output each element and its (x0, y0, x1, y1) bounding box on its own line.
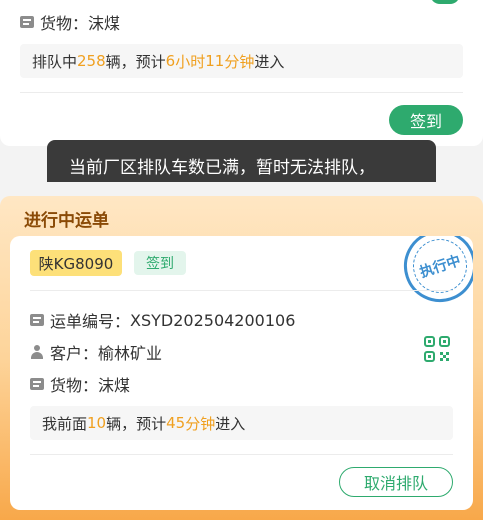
corner-badge (430, 0, 460, 4)
waybill-number-row: 运单编号： XSYD202504200106 (30, 308, 295, 332)
queue-minute-unit: 分钟 (185, 414, 216, 433)
queue-prefix: 我前面 (42, 414, 88, 433)
section-title: 进行中运单 (24, 211, 109, 231)
queue-status: 我前面 10 辆，预计 45 分钟 进入 (30, 406, 453, 440)
active-waybill-card[interactable]: 陕KG8090 签到 执行中 运单编号： XSYD202504200106 客户… (10, 236, 473, 510)
section-gap (0, 182, 483, 196)
divider (20, 92, 463, 93)
queue-hours: 6 (165, 52, 176, 70)
cargo-label: 货物： (50, 376, 99, 395)
toast-text: 当前厂区排队车数已满，暂时无法排队， (69, 157, 375, 178)
queue-hour-unit: 小时 (175, 52, 206, 71)
queue-mid: 辆，预计 (105, 52, 166, 71)
queue-status: 排队中 258 辆，预计 6 小时 11 分钟 进入 (20, 44, 463, 78)
cargo-value: 沫煤 (98, 376, 131, 395)
executing-stamp: 执行中 (394, 236, 473, 312)
queue-minutes: 45 (166, 414, 186, 432)
cargo-value: 沫煤 (88, 14, 121, 33)
person-icon (30, 345, 44, 359)
cargo-row: 货物： 沫煤 (30, 372, 130, 396)
customer-label: 客户： (50, 344, 99, 363)
document-icon (30, 378, 44, 390)
cancel-queue-button[interactable]: 取消排队 (339, 467, 453, 497)
waybill-label: 运单编号： (50, 312, 131, 331)
queue-minute-unit: 分钟 (224, 52, 255, 71)
document-icon (20, 16, 34, 28)
divider (30, 290, 453, 291)
document-icon (30, 314, 44, 326)
queue-prefix: 排队中 (32, 52, 78, 71)
status-tag: 签到 (134, 251, 186, 275)
previous-waybill-card: 货物： 沫煤 排队中 258 辆，预计 6 小时 11 分钟 进入 签到 (0, 0, 483, 146)
waybill-value: XSYD202504200106 (130, 310, 296, 330)
queue-count: 10 (87, 414, 107, 432)
qr-code-icon[interactable] (424, 336, 450, 362)
customer-row: 客户： 榆林矿业 (30, 340, 162, 364)
plate-number: 陕KG8090 (30, 250, 122, 276)
signin-button[interactable]: 签到 (389, 105, 463, 135)
cargo-row: 货物： 沫煤 (20, 10, 120, 34)
queue-minutes: 11 (205, 52, 225, 70)
divider (30, 454, 453, 455)
queue-suffix: 进入 (254, 52, 285, 71)
queue-suffix: 进入 (215, 414, 246, 433)
customer-value: 榆林矿业 (98, 344, 163, 363)
queue-mid: 辆，预计 (106, 414, 167, 433)
cargo-label: 货物： (40, 14, 89, 33)
queue-count: 258 (77, 52, 106, 70)
